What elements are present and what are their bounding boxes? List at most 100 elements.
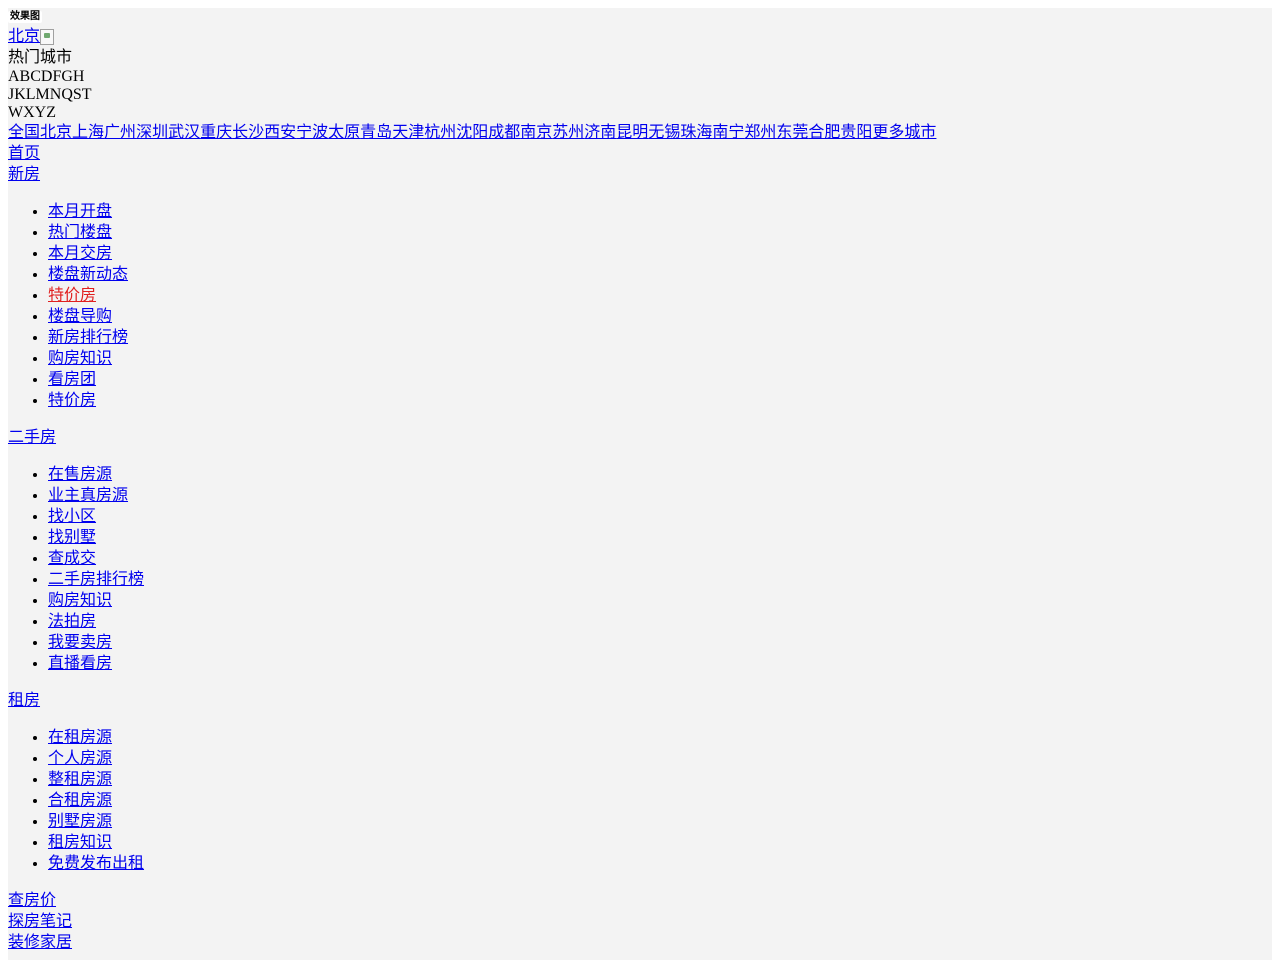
- city-link[interactable]: 无锡: [648, 124, 680, 142]
- city-link[interactable]: 长沙: [232, 124, 264, 142]
- submenu-item: 业主真房源: [48, 485, 1272, 506]
- nav-rent-link[interactable]: 租房: [8, 692, 40, 710]
- city-link[interactable]: 昆明: [616, 124, 648, 142]
- submenu-item: 购房知识: [48, 590, 1272, 611]
- city-link[interactable]: 南京: [520, 124, 552, 142]
- submenu-link[interactable]: 租房知识: [48, 834, 112, 851]
- city-link[interactable]: 全国: [8, 124, 40, 142]
- city-switcher[interactable]: 北京: [8, 26, 1272, 47]
- submenu-link[interactable]: 个人房源: [48, 750, 112, 767]
- city-link[interactable]: 珠海: [680, 124, 712, 142]
- submenu-link[interactable]: 热门楼盘: [48, 224, 112, 241]
- submenu-link[interactable]: 找别墅: [48, 529, 96, 546]
- submenu-item: 购房知识: [48, 348, 1272, 369]
- city-link[interactable]: 天津: [392, 124, 424, 142]
- nav-rent[interactable]: 租房: [8, 690, 1272, 711]
- current-city-link[interactable]: 北京: [8, 28, 40, 46]
- submenu-link[interactable]: 特价房: [48, 392, 96, 409]
- city-dropdown-icon[interactable]: [40, 28, 55, 45]
- nav-decor[interactable]: 装修家居: [8, 932, 1272, 953]
- rent-submenu: 在租房源个人房源整租房源合租房源别墅房源租房知识免费发布出租: [8, 727, 1272, 874]
- city-link[interactable]: 深圳: [136, 124, 168, 142]
- nav-notes-link[interactable]: 探房笔记: [8, 913, 72, 931]
- city-link[interactable]: 南宁: [712, 124, 744, 142]
- city-link[interactable]: 广州: [104, 124, 136, 142]
- city-link[interactable]: 苏州: [552, 124, 584, 142]
- submenu-link[interactable]: 法拍房: [48, 613, 96, 630]
- city-link[interactable]: 东莞: [776, 124, 808, 142]
- submenu-item: 找小区: [48, 506, 1272, 527]
- submenu-link[interactable]: 在租房源: [48, 729, 112, 746]
- city-link[interactable]: 西安: [264, 124, 296, 142]
- city-link[interactable]: 太原: [328, 124, 360, 142]
- submenu-item: 直播看房: [48, 653, 1272, 674]
- submenu-link[interactable]: 二手房排行榜: [48, 571, 144, 588]
- submenu-link[interactable]: 楼盘新动态: [48, 266, 128, 283]
- city-link[interactable]: 上海: [72, 124, 104, 142]
- submenu-link[interactable]: 看房团: [48, 371, 96, 388]
- submenu-link[interactable]: 整租房源: [48, 771, 112, 788]
- nav-decor-link[interactable]: 装修家居: [8, 934, 72, 952]
- submenu-link[interactable]: 合租房源: [48, 792, 112, 809]
- submenu-link[interactable]: 免费发布出租: [48, 855, 144, 872]
- submenu-link[interactable]: 特价房: [48, 287, 96, 304]
- submenu-link[interactable]: 购房知识: [48, 350, 112, 367]
- city-link[interactable]: 北京: [40, 124, 72, 142]
- nav-price-check-link[interactable]: 查房价: [8, 892, 56, 910]
- submenu-link[interactable]: 别墅房源: [48, 813, 112, 830]
- nav-second-hand-link[interactable]: 二手房: [8, 429, 56, 447]
- submenu-link[interactable]: 本月开盘: [48, 203, 112, 220]
- city-link[interactable]: 杭州: [424, 124, 456, 142]
- submenu-item: 二手房排行榜: [48, 569, 1272, 590]
- submenu-item: 本月开盘: [48, 201, 1272, 222]
- submenu-item: 特价房: [48, 390, 1272, 411]
- city-link[interactable]: 青岛: [360, 124, 392, 142]
- submenu-item: 新房排行榜: [48, 327, 1272, 348]
- city-link[interactable]: 合肥: [808, 124, 840, 142]
- logo[interactable]: 效果图: [8, 8, 1272, 26]
- submenu-item: 看房团: [48, 369, 1272, 390]
- submenu-item: 查成交: [48, 548, 1272, 569]
- submenu-link[interactable]: 业主真房源: [48, 487, 128, 504]
- page: 效果图 北京 热门城市 ABCDFGH JKLMNQST WXYZ 全国 北京 上海…: [8, 8, 1272, 960]
- nav-new-house[interactable]: 新房: [8, 164, 1272, 185]
- nav-home-link[interactable]: 首页: [8, 145, 40, 163]
- submenu-link[interactable]: 查成交: [48, 550, 96, 567]
- nav-price-check[interactable]: 查房价: [8, 890, 1272, 911]
- submenu-link[interactable]: 我要卖房: [48, 634, 112, 651]
- hot-cities-list: 全国 北京 上海 广州 深圳 武汉 重庆 长沙 西安 宁波 太原 青岛 天津 杭州 沈阳 成都 南京 苏州 济南 昆明…: [8, 122, 1272, 143]
- city-link[interactable]: 重庆: [200, 124, 232, 142]
- hot-cities-title: 热门城市: [8, 48, 73, 66]
- nav-new-house-link[interactable]: 新房: [8, 166, 40, 184]
- city-link[interactable]: 宁波: [296, 124, 328, 142]
- logo-image-alt[interactable]: 效果图: [8, 11, 42, 23]
- submenu-item: 热门楼盘: [48, 222, 1272, 243]
- letter-row-1: ABCDFGH: [8, 68, 85, 85]
- submenu-link[interactable]: 找小区: [48, 508, 96, 525]
- new-house-submenu: 本月开盘热门楼盘本月交房楼盘新动态特价房楼盘导购新房排行榜购房知识看房团特价房: [8, 201, 1272, 411]
- submenu-item: 在租房源: [48, 727, 1272, 748]
- nav-second-hand[interactable]: 二手房: [8, 427, 1272, 448]
- city-link[interactable]: 贵阳: [840, 124, 872, 142]
- letter-row-3: WXYZ: [8, 104, 56, 121]
- submenu-link[interactable]: 购房知识: [48, 592, 112, 609]
- city-link[interactable]: 济南: [584, 124, 616, 142]
- submenu-link[interactable]: 新房排行榜: [48, 329, 128, 346]
- submenu-item: 个人房源: [48, 748, 1272, 769]
- city-link[interactable]: 沈阳: [456, 124, 488, 142]
- city-link[interactable]: 成都: [488, 124, 520, 142]
- submenu-link[interactable]: 在售房源: [48, 466, 112, 483]
- city-link[interactable]: 武汉: [168, 124, 200, 142]
- submenu-link[interactable]: 直播看房: [48, 655, 112, 672]
- city-link[interactable]: 郑州: [744, 124, 776, 142]
- submenu-item: 整租房源: [48, 769, 1272, 790]
- submenu-link[interactable]: 本月交房: [48, 245, 112, 262]
- submenu-item: 法拍房: [48, 611, 1272, 632]
- city-link[interactable]: 更多城市: [872, 124, 936, 142]
- submenu-link[interactable]: 楼盘导购: [48, 308, 112, 325]
- submenu-item: 别墅房源: [48, 811, 1272, 832]
- nav-notes[interactable]: 探房笔记: [8, 911, 1272, 932]
- submenu-item: 本月交房: [48, 243, 1272, 264]
- nav-home[interactable]: 首页: [8, 143, 1272, 164]
- submenu-item: 楼盘新动态: [48, 264, 1272, 285]
